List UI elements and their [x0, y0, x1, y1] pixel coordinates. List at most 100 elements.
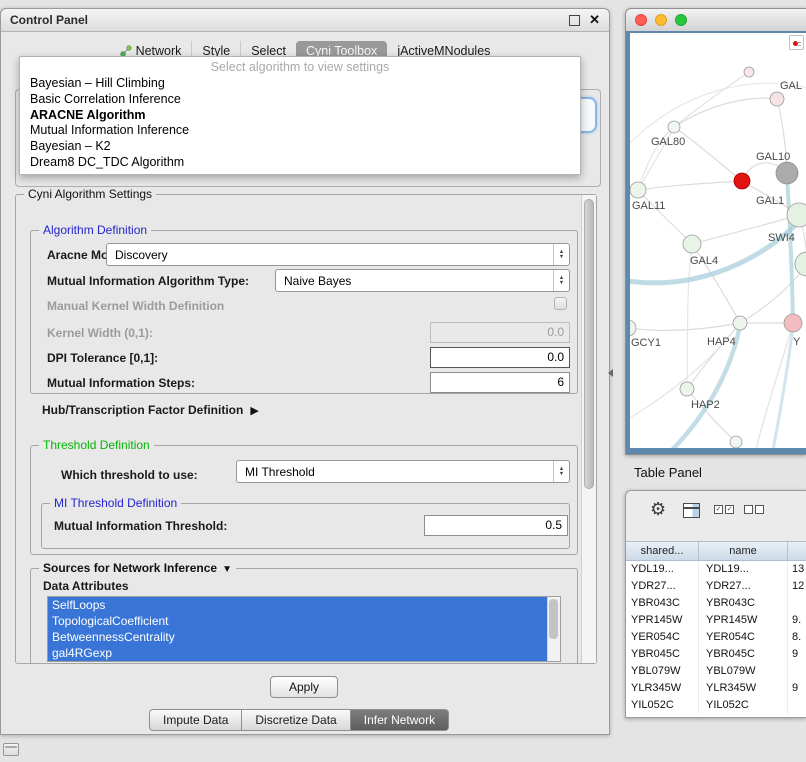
sources-group-title[interactable]: Sources for Network Inference▼ — [39, 561, 236, 575]
aracne-mode-select[interactable]: Discovery — [106, 243, 570, 266]
dropdown-option[interactable]: Bayesian – Hill Climbing — [20, 76, 580, 92]
network-node[interactable] — [744, 67, 754, 77]
table-body: YDL19...YDL19...13 YDR27...YDR27...12 YB… — [626, 561, 806, 717]
node-label: HAP2 — [691, 399, 720, 411]
dropdown-prompt[interactable]: Select algorithm to view settings — [20, 59, 580, 76]
dpi-tolerance-label: DPI Tolerance [0,1]: — [47, 351, 158, 365]
table-row[interactable]: YLR345WYLR345W9 — [626, 680, 806, 697]
mi-type-label: Mutual Information Algorithm Type: — [47, 274, 249, 288]
tab-infer-network[interactable]: Infer Network — [351, 709, 449, 731]
table-settings-gear-icon[interactable]: ⚙ — [650, 499, 666, 520]
threshold-definition-title: Threshold Definition — [39, 438, 154, 452]
hub-definition-expander[interactable]: Hub/Transcription Factor Definition ▶ — [42, 401, 259, 419]
settings-group-title: Cyni Algorithm Settings — [24, 187, 156, 201]
mi-threshold-field[interactable]: 0.5 — [424, 515, 568, 536]
table-panel-heading: Table Panel — [634, 465, 702, 480]
list-item-selected[interactable]: gal4RGexp — [48, 645, 547, 661]
scrollbar-thumb[interactable] — [584, 199, 594, 489]
list-scrollbar[interactable] — [547, 597, 560, 661]
minimize-traffic-button[interactable] — [655, 14, 667, 26]
collapsed-arrow-icon: ▶ — [250, 404, 258, 417]
select-all-columns-icon[interactable]: ✓✓ — [714, 505, 734, 514]
combobox-arrows-icon — [553, 461, 569, 482]
combobox-arrows-icon — [553, 244, 569, 265]
zoom-traffic-button[interactable] — [675, 14, 687, 26]
mi-type-select[interactable]: Naive Bayes — [275, 269, 570, 292]
sources-group: Sources for Network Inference▼ Data Attr… — [30, 568, 578, 664]
table-row[interactable]: YBR045CYBR045C9 — [626, 646, 806, 663]
network-view-window: GALGAL80GAL10GAL11GAL1SWI4GAL4HAP4GCY1YH… — [625, 8, 806, 455]
network-canvas[interactable]: GALGAL80GAL10GAL11GAL1SWI4GAL4HAP4GCY1YH… — [630, 33, 806, 448]
dropdown-option[interactable]: Mutual Information Inference — [20, 123, 580, 139]
birdseye-toggle-button[interactable] — [789, 35, 804, 50]
control-panel-window: Control Panel ✕ Network Style Select Cyn… — [0, 8, 610, 735]
network-node[interactable] — [795, 252, 806, 276]
close-icon[interactable]: ✕ — [589, 14, 600, 26]
node-label: GAL80 — [651, 136, 685, 148]
network-node[interactable] — [630, 320, 636, 336]
node-label: Y — [793, 336, 801, 348]
table-row[interactable]: YBR043CYBR043C — [626, 595, 806, 612]
algorithm-definition-title: Algorithm Definition — [39, 223, 151, 237]
table-row[interactable]: YPR145WYPR145W9. — [626, 612, 806, 629]
node-label: GAL4 — [690, 255, 718, 267]
splitter-collapse-icon[interactable] — [608, 369, 613, 377]
network-node[interactable] — [680, 382, 694, 396]
which-threshold-select[interactable]: MI Threshold — [236, 460, 570, 483]
kernel-width-field[interactable]: 0.0 — [430, 322, 570, 343]
dropdown-option[interactable]: Bayesian – K2 — [20, 139, 580, 155]
settings-scrollbar[interactable] — [581, 195, 596, 663]
network-window-titlebar — [626, 9, 806, 32]
collapsed-panel-icon[interactable] — [3, 743, 19, 756]
dpi-tolerance-field[interactable]: 0.0 — [430, 347, 570, 368]
column-header-name[interactable]: name — [699, 542, 788, 560]
table-row[interactable]: YDL19...YDL19...13 — [626, 561, 806, 578]
close-traffic-button[interactable] — [635, 14, 647, 26]
network-node[interactable] — [770, 92, 784, 106]
network-node[interactable] — [730, 436, 742, 448]
network-node[interactable] — [776, 162, 798, 184]
window-title: Control Panel — [10, 13, 88, 27]
dropdown-option[interactable]: Basic Correlation Inference — [20, 92, 580, 108]
which-threshold-label: Which threshold to use: — [61, 468, 198, 482]
table-row[interactable]: YBL079WYBL079W — [626, 663, 806, 680]
list-item-selected[interactable]: TopologicalCoefficient — [48, 613, 547, 629]
network-node[interactable] — [683, 235, 701, 253]
column-header-cut[interactable] — [788, 542, 806, 560]
network-node[interactable] — [668, 121, 680, 133]
mi-steps-field[interactable]: 6 — [430, 372, 570, 393]
table-row[interactable]: YIL052CYIL052C — [626, 697, 806, 714]
table-row[interactable]: YDR27...YDR27...12 — [626, 578, 806, 595]
control-panel-titlebar: Control Panel ✕ — [1, 9, 609, 32]
mi-steps-label: Mutual Information Steps: — [47, 376, 195, 390]
float-window-icon[interactable] — [569, 15, 580, 26]
expanded-arrow-icon: ▼ — [222, 564, 232, 575]
column-header-shared-name[interactable]: shared... — [626, 542, 699, 560]
network-node[interactable] — [734, 173, 750, 189]
table-panel-window: ⚙ ✓✓ shared... name YDL19...YDL19...13 Y… — [625, 490, 806, 718]
node-label: GAL1 — [756, 195, 784, 207]
deselect-all-columns-icon[interactable] — [744, 505, 764, 514]
algorithm-definition-group: Algorithm Definition Aracne Mode: Discov… — [30, 230, 578, 394]
dropdown-option[interactable]: Dream8 DC_TDC Algorithm — [20, 155, 580, 171]
apply-button[interactable]: Apply — [270, 676, 338, 698]
network-node[interactable] — [784, 314, 802, 332]
table-row[interactable]: YER054CYER054C8. — [626, 629, 806, 646]
manual-kernel-label: Manual Kernel Width Definition — [47, 299, 224, 313]
tab-impute-data[interactable]: Impute Data — [149, 709, 242, 731]
network-node[interactable] — [630, 182, 646, 198]
node-label: GAL11 — [632, 200, 665, 212]
list-item-selected[interactable]: BetweennessCentrality — [48, 629, 547, 645]
network-node[interactable] — [733, 316, 747, 330]
show-columns-icon[interactable] — [683, 503, 700, 518]
tab-discretize-data[interactable]: Discretize Data — [242, 709, 350, 731]
birdseye-lines-icon — [797, 42, 801, 43]
hub-definition-label: Hub/Transcription Factor Definition — [42, 403, 243, 417]
data-attributes-label: Data Attributes — [43, 579, 129, 593]
dropdown-option-selected[interactable]: ARACNE Algorithm — [20, 108, 580, 124]
scrollbar-thumb[interactable] — [549, 599, 558, 639]
manual-kernel-checkbox[interactable] — [554, 297, 567, 310]
data-attributes-list: SelfLoops TopologicalCoefficient Between… — [47, 596, 561, 662]
cyni-algorithm-settings-group: Cyni Algorithm Settings Algorithm Defini… — [15, 194, 597, 664]
list-item-selected[interactable]: SelfLoops — [48, 597, 547, 613]
